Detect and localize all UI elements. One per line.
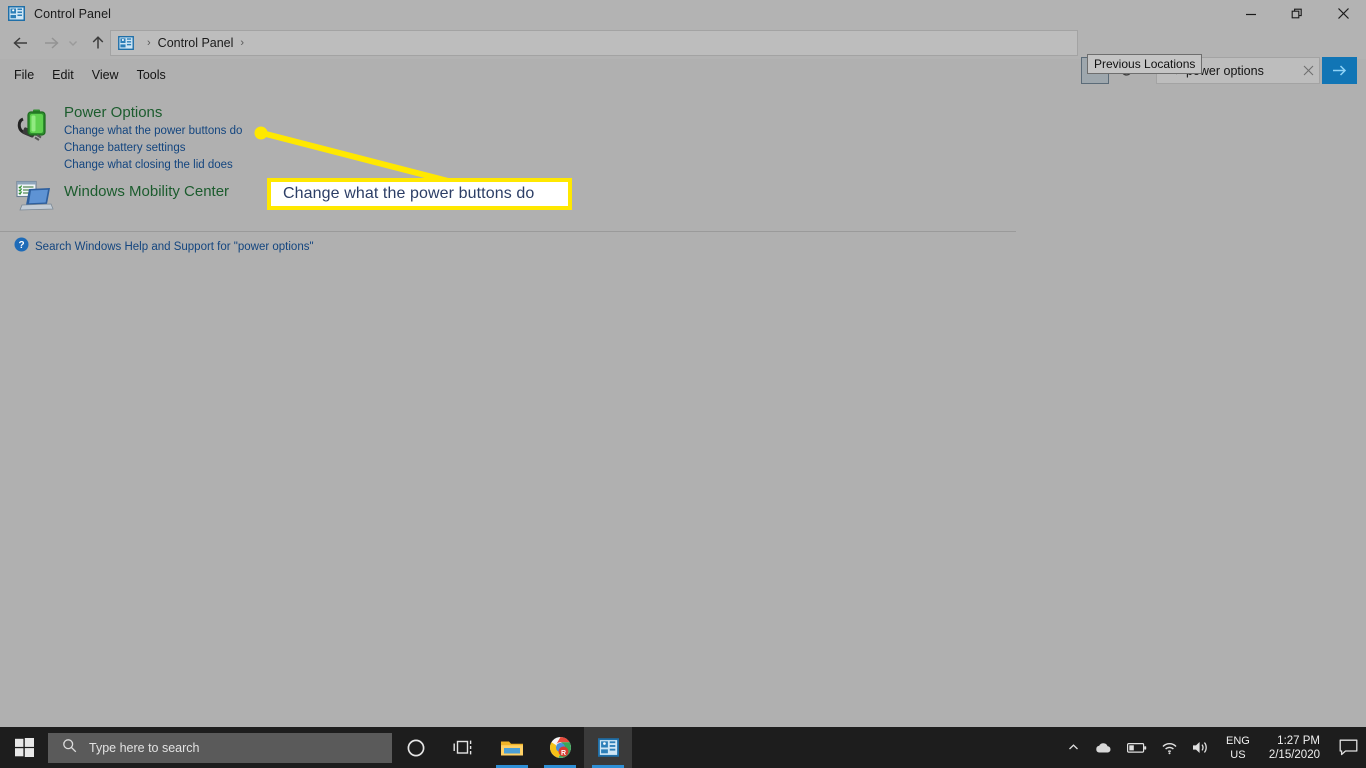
minimize-button[interactable] [1228, 0, 1274, 27]
close-button[interactable] [1320, 0, 1366, 27]
back-arrow-icon[interactable] [6, 27, 36, 59]
result-body-power-options: Power Options Change what the power butt… [60, 103, 242, 174]
previous-locations-tooltip: Previous Locations [1087, 54, 1203, 74]
power-options-icon [16, 103, 60, 174]
language-line-1: ENG [1225, 734, 1250, 747]
menu-item-file[interactable]: File [5, 64, 43, 86]
svg-text:?: ? [18, 240, 24, 251]
menu-item-edit[interactable]: Edit [43, 64, 83, 86]
search-results-area: Power Options Change what the power butt… [0, 94, 1366, 727]
result-title-power-options[interactable]: Power Options [64, 103, 242, 123]
window-controls [1228, 0, 1366, 27]
result-link-change-battery-settings[interactable]: Change battery settings [64, 140, 242, 157]
help-search-link[interactable]: ? Search Windows Help and Support for "p… [14, 237, 314, 257]
address-bar[interactable]: › Control Panel › [110, 30, 1078, 56]
menu-item-tools[interactable]: Tools [128, 64, 175, 86]
result-link-change-power-buttons[interactable]: Change what the power buttons do [64, 123, 242, 140]
clock[interactable]: 1:27 PM 2/15/2020 [1259, 727, 1330, 768]
clock-date: 2/15/2020 [1268, 748, 1320, 761]
title-bar: Control Panel [0, 0, 1366, 27]
language-indicator[interactable]: ENG US [1217, 727, 1259, 768]
onedrive-cloud-icon[interactable] [1087, 727, 1120, 768]
result-link-change-closing-lid[interactable]: Change what closing the lid does [64, 157, 242, 174]
action-center-icon[interactable] [1330, 727, 1366, 768]
taskbar-search-placeholder: Type here to search [89, 740, 200, 755]
svg-text:R: R [560, 750, 565, 757]
recent-pages-chevron-icon[interactable] [62, 27, 84, 59]
up-arrow-icon[interactable] [84, 27, 112, 59]
control-panel-icon [8, 6, 25, 21]
volume-icon[interactable] [1185, 727, 1217, 768]
windows-start-icon[interactable] [0, 727, 48, 768]
help-icon: ? [14, 237, 29, 257]
system-tray: ENG US 1:27 PM 2/15/2020 [1060, 727, 1366, 768]
control-panel-icon[interactable] [584, 727, 632, 768]
task-view-icon[interactable] [440, 727, 488, 768]
battery-icon[interactable] [1120, 727, 1154, 768]
content-divider [0, 231, 1016, 232]
window-title: Control Panel [34, 6, 112, 21]
annotation-callout: Change what the power buttons do [267, 178, 572, 210]
breadcrumb-item-control-panel[interactable]: Control Panel [158, 36, 234, 50]
search-icon [62, 738, 77, 758]
result-group-power-options: Power Options Change what the power butt… [16, 103, 242, 174]
help-search-link-label[interactable]: Search Windows Help and Support for "pow… [35, 241, 314, 253]
language-line-2: US [1230, 748, 1246, 761]
result-title-windows-mobility-center[interactable]: Windows Mobility Center [64, 178, 229, 206]
breadcrumb-separator-trailing[interactable]: › [240, 37, 244, 49]
restore-button[interactable] [1274, 0, 1320, 27]
clock-time: 1:27 PM [1277, 734, 1320, 747]
chevron-up-icon[interactable] [1060, 727, 1087, 768]
chrome-icon[interactable]: R [536, 727, 584, 768]
breadcrumb-separator-root: › [147, 37, 151, 49]
cortana-icon[interactable] [392, 727, 440, 768]
control-panel-window: Control Panel › Control Panel › power op… [0, 0, 1366, 727]
taskbar-search-input[interactable]: Type here to search [48, 732, 392, 763]
annotation-callout-label: Change what the power buttons do [283, 185, 535, 202]
file-explorer-icon[interactable] [488, 727, 536, 768]
result-group-windows-mobility-center: Windows Mobility Center [16, 178, 229, 219]
windows-mobility-center-icon [16, 178, 60, 219]
menu-item-view[interactable]: View [83, 64, 128, 86]
control-panel-icon [118, 36, 134, 50]
wifi-icon[interactable] [1154, 727, 1185, 768]
result-body-windows-mobility-center: Windows Mobility Center [60, 178, 229, 219]
